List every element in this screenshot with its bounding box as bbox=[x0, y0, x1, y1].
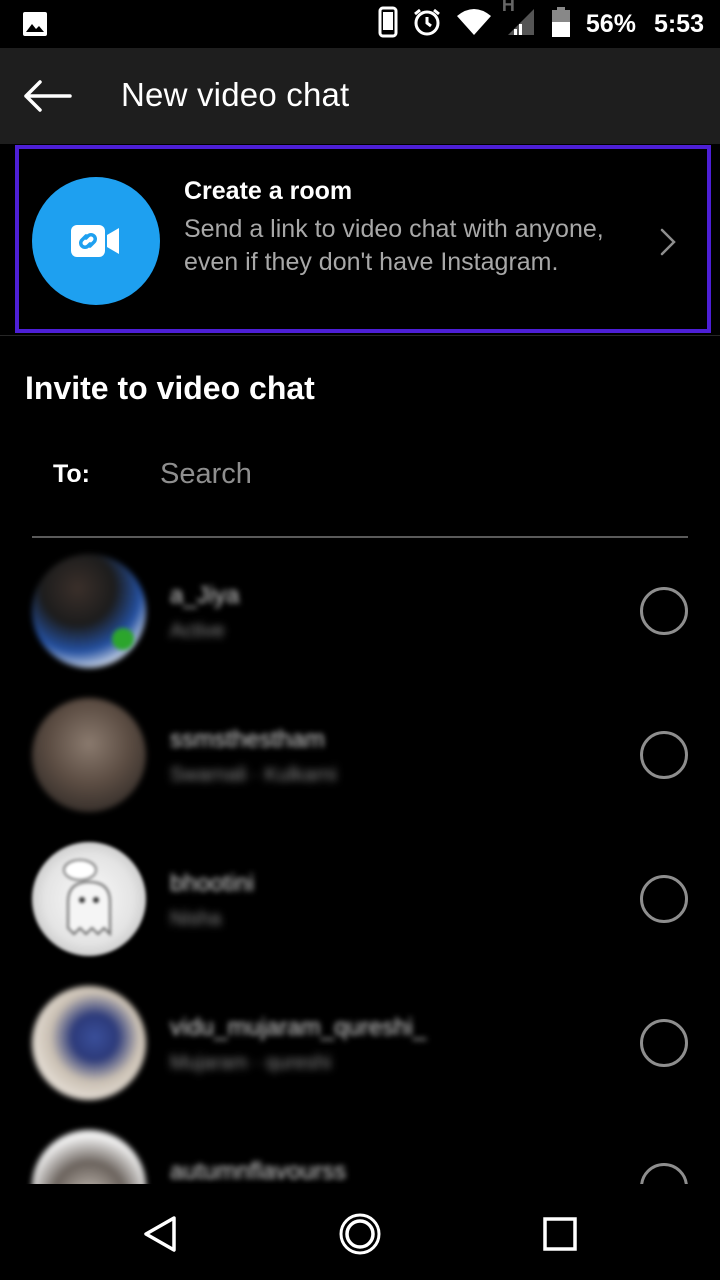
wifi-icon bbox=[456, 8, 492, 41]
to-label: To: bbox=[53, 460, 91, 488]
image-icon bbox=[22, 11, 48, 42]
nav-home-button[interactable] bbox=[338, 1212, 382, 1256]
app-bar: New video chat bbox=[0, 48, 720, 144]
alarm-icon bbox=[412, 7, 442, 42]
nav-back-button[interactable] bbox=[138, 1212, 182, 1256]
divider bbox=[0, 335, 720, 336]
signal-icon: H bbox=[502, 0, 536, 42]
nav-recents-button[interactable] bbox=[538, 1212, 582, 1256]
battery-icon bbox=[550, 6, 572, 43]
status-bar: H 56% 5:53 bbox=[0, 0, 720, 48]
search-input[interactable] bbox=[160, 452, 660, 496]
home-circle-icon bbox=[339, 1213, 381, 1255]
contact-subtitle: Mujaram · qureshi bbox=[170, 1052, 332, 1074]
select-radio[interactable] bbox=[640, 1019, 688, 1067]
avatar bbox=[32, 554, 146, 668]
page-title: New video chat bbox=[121, 76, 350, 113]
contact-subtitle: Nisha bbox=[170, 908, 222, 930]
contact-subtitle: Swarnali · Kulkarni bbox=[170, 764, 337, 786]
create-room-title: Create a room bbox=[184, 177, 353, 205]
clock: 5:53 bbox=[653, 9, 704, 38]
back-triangle-icon bbox=[144, 1216, 176, 1252]
screen: H 56% 5:53 New video chat Create a room … bbox=[0, 0, 720, 1280]
link-video-icon bbox=[71, 225, 119, 257]
contact-subtitle: Active bbox=[170, 620, 225, 642]
contact-list[interactable]: a_Jiya Active ssmsthestham Swarnali · Ku… bbox=[0, 540, 720, 1184]
select-radio[interactable] bbox=[640, 875, 688, 923]
create-room-avatar bbox=[32, 177, 160, 305]
select-radio[interactable] bbox=[640, 731, 688, 779]
battery-percent: 56% bbox=[585, 9, 636, 38]
ghost-icon bbox=[63, 859, 111, 937]
avatar bbox=[32, 1130, 146, 1184]
list-item[interactable]: bhootini Nisha bbox=[0, 828, 720, 972]
select-radio[interactable] bbox=[640, 1163, 688, 1184]
navigation-bar bbox=[0, 1184, 720, 1280]
arrow-left-icon bbox=[24, 80, 72, 112]
avatar bbox=[32, 842, 146, 956]
list-item[interactable]: autumnflavourss bbox=[0, 1116, 720, 1184]
chevron-right-icon bbox=[660, 228, 676, 256]
contact-name: a_Jiya bbox=[170, 582, 240, 609]
search-underline bbox=[32, 536, 688, 538]
back-button[interactable] bbox=[22, 74, 74, 118]
list-item[interactable]: vidu_mujaram_qureshi_ Mujaram · qureshi bbox=[0, 972, 720, 1116]
contact-name: bhootini bbox=[170, 870, 255, 897]
create-room-item[interactable]: Create a room Send a link to video chat … bbox=[15, 145, 711, 333]
online-indicator bbox=[112, 628, 134, 650]
select-radio[interactable] bbox=[640, 587, 688, 635]
phone-icon bbox=[378, 6, 398, 43]
contact-name: ssmsthestham bbox=[170, 726, 325, 753]
list-item[interactable]: ssmsthestham Swarnali · Kulkarni bbox=[0, 684, 720, 828]
avatar bbox=[32, 698, 146, 812]
avatar bbox=[32, 986, 146, 1100]
create-room-description: Send a link to video chat with anyone, e… bbox=[184, 215, 604, 276]
invite-section-title: Invite to video chat bbox=[25, 370, 315, 406]
contact-name: vidu_mujaram_qureshi_ bbox=[170, 1014, 427, 1041]
network-type-label: H bbox=[501, 0, 515, 15]
contact-name: autumnflavourss bbox=[170, 1158, 347, 1184]
list-item[interactable]: a_Jiya Active bbox=[0, 540, 720, 684]
recents-square-icon bbox=[543, 1217, 577, 1251]
